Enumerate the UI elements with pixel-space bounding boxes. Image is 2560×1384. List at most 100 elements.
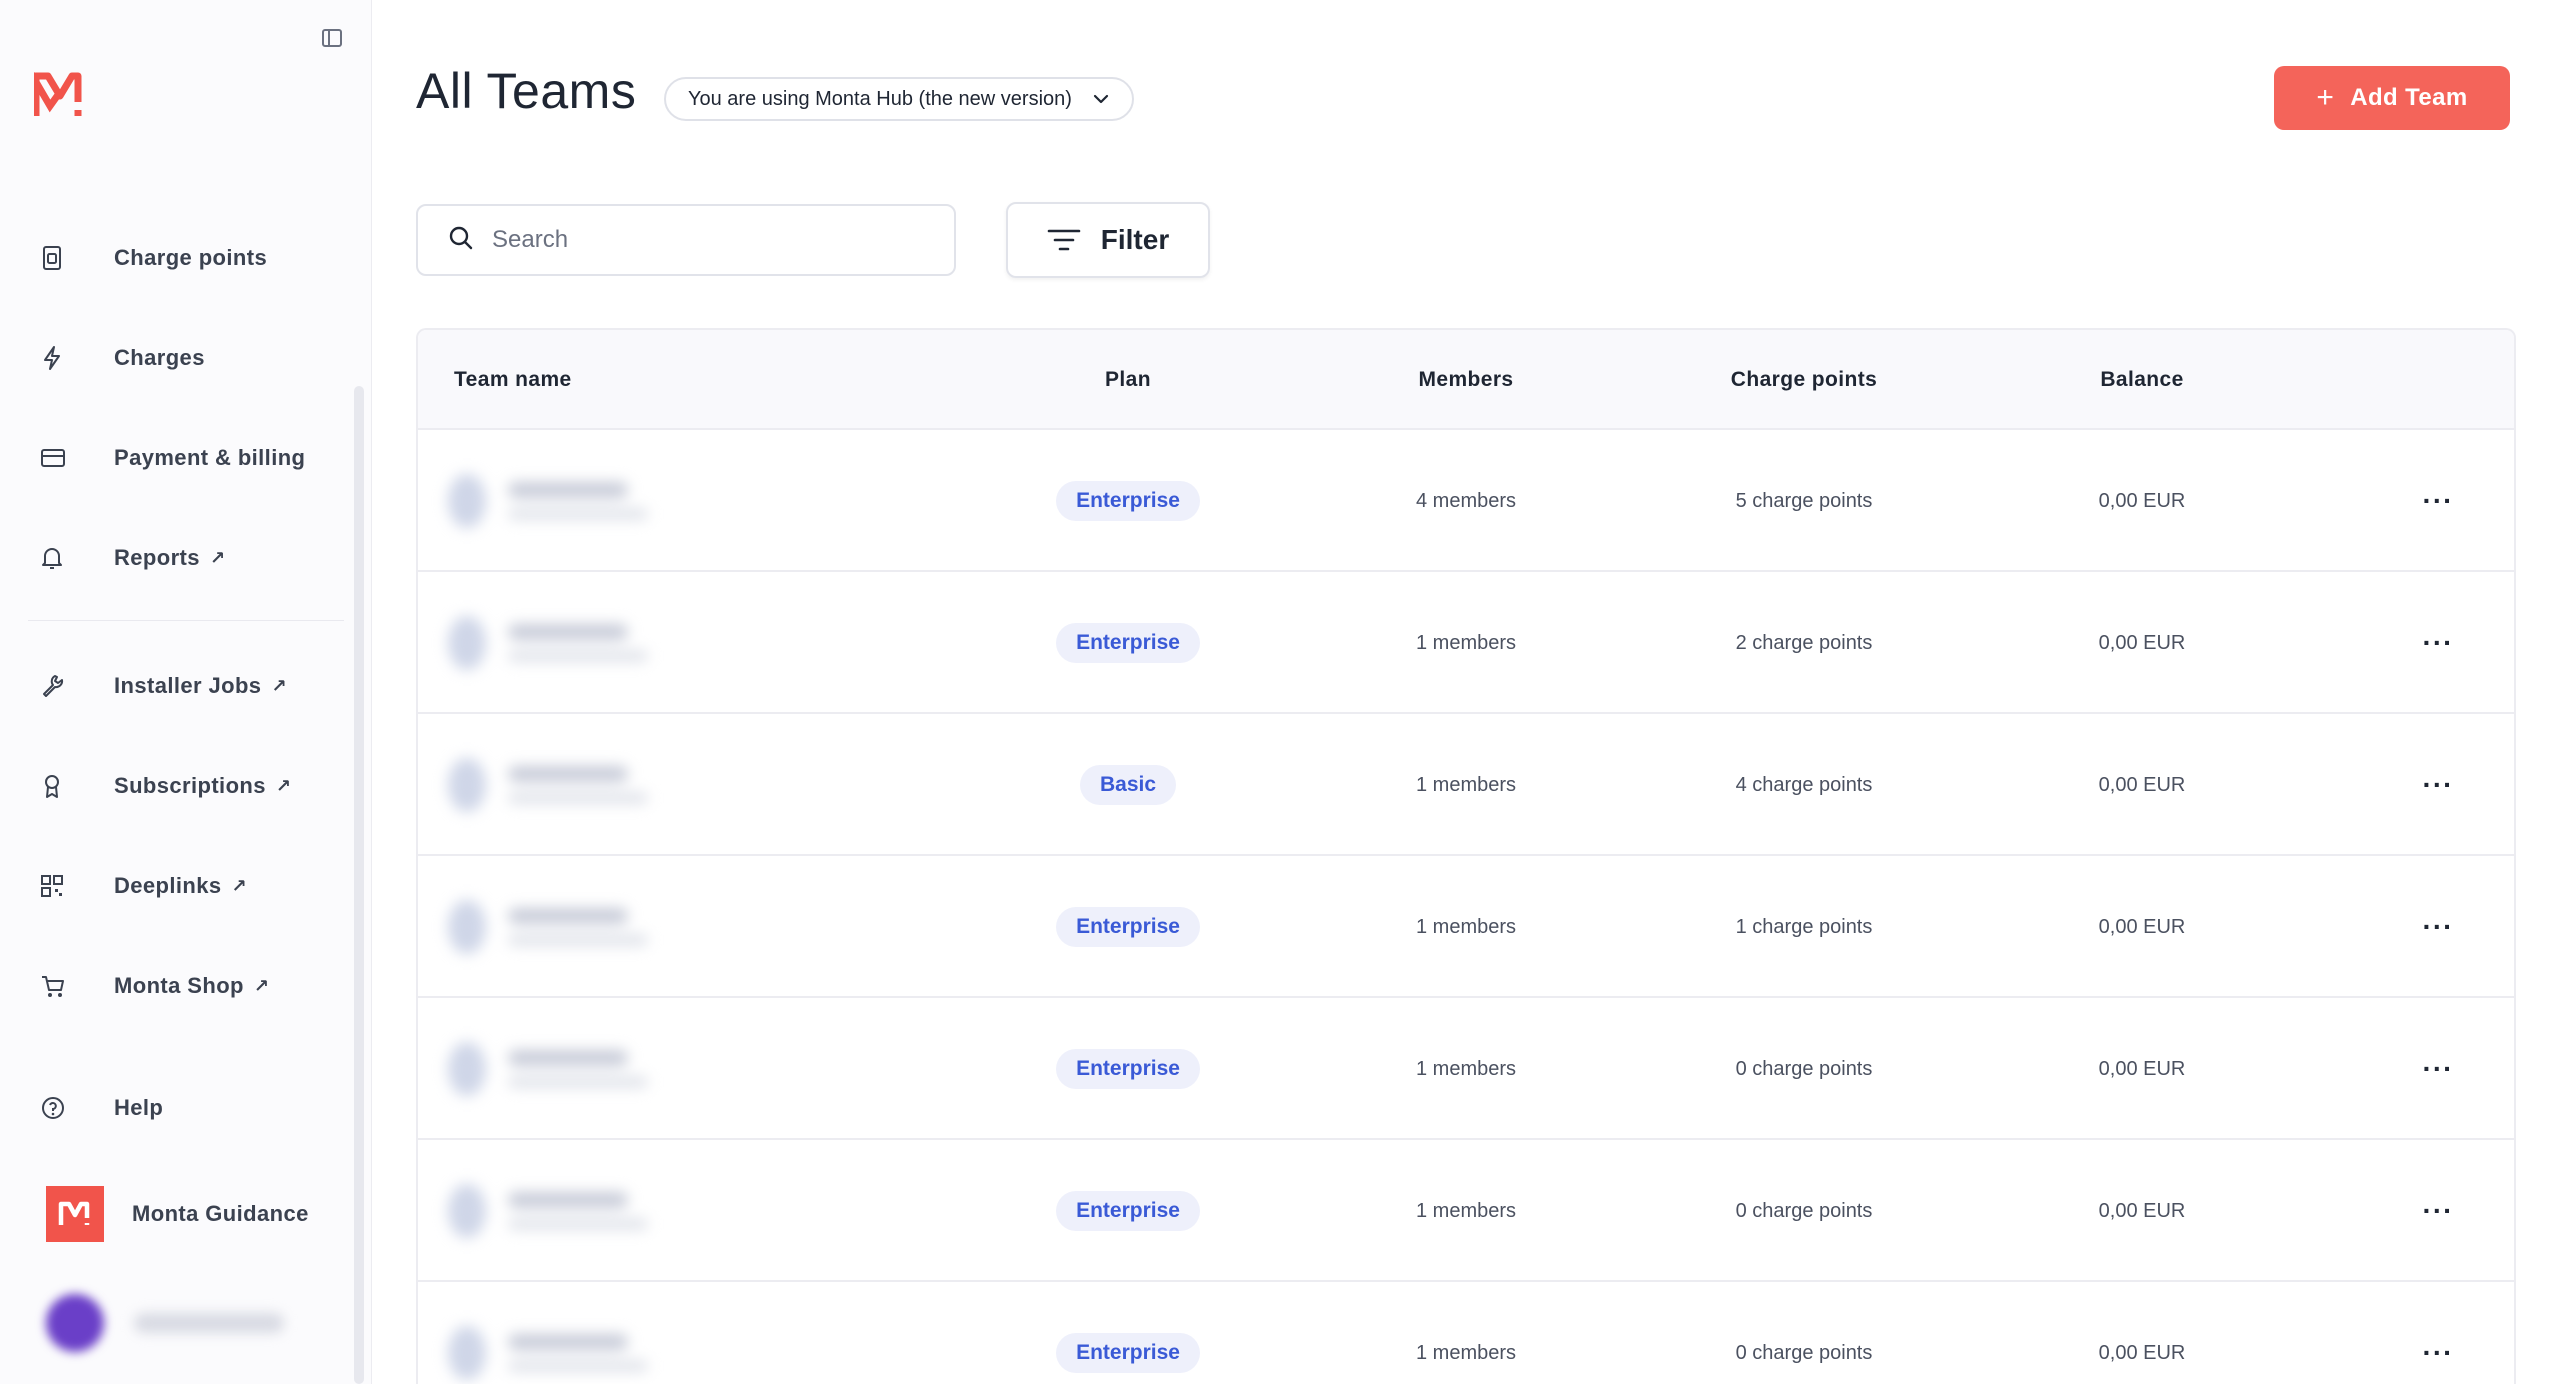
- sidebar-item-monta-shop[interactable]: Monta Shop ↗: [40, 956, 340, 1016]
- more-options-icon[interactable]: ···: [2423, 913, 2454, 941]
- external-link-icon: ↗: [253, 975, 270, 996]
- monta-guidance-label: Monta Guidance: [132, 1201, 309, 1226]
- external-link-icon: ↗: [271, 675, 287, 696]
- row-actions-cell: ···: [2408, 1140, 2468, 1282]
- monta-logo[interactable]: [32, 69, 86, 123]
- table-body: Enterprise 4 members 5 charge points 0,00 E…: [418, 430, 2514, 1384]
- row-actions-cell: ···: [2408, 714, 2468, 856]
- sidebar-item-reports[interactable]: Reports ↗: [40, 528, 340, 588]
- qr-code-icon: [40, 870, 90, 902]
- members-cell: 1 members: [1415, 631, 1517, 654]
- more-options-icon[interactable]: ···: [2423, 771, 2454, 799]
- sidebar-toggle-icon[interactable]: [318, 24, 346, 52]
- column-header-members[interactable]: Members: [1316, 330, 1616, 430]
- sidebar-item-charges[interactable]: Charges: [40, 328, 340, 388]
- sidebar-divider: [28, 620, 344, 621]
- page-title: All Teams: [416, 63, 637, 119]
- sidebar-item-label: Monta Shop: [114, 973, 244, 998]
- charge-points-cell: 2 charge points: [1735, 631, 1873, 654]
- column-header-charge-points[interactable]: Charge points: [1654, 330, 1954, 430]
- sidebar-item-label: Deeplinks: [114, 873, 222, 898]
- team-name-redacted[interactable]: [448, 470, 648, 532]
- table-row[interactable]: Basic 1 members 4 charge points 0,00 EUR ···: [418, 714, 2514, 856]
- plus-icon: +: [2316, 81, 2335, 114]
- sidebar-item-help[interactable]: Help: [40, 1078, 340, 1138]
- charge-points-cell: 0 charge points: [1735, 1199, 1873, 1222]
- filter-button[interactable]: Filter: [1006, 202, 1210, 278]
- table-header: Team name Plan Members Charge points Bal…: [418, 330, 2514, 430]
- table-row[interactable]: Enterprise 4 members 5 charge points 0,00 E…: [418, 430, 2514, 572]
- search-input[interactable]: [492, 226, 932, 254]
- table-row[interactable]: Enterprise 1 members 0 charge points 0,00 E…: [418, 1140, 2514, 1282]
- charge-point-icon: [40, 242, 90, 274]
- sidebar-item-label: Subscriptions: [114, 773, 266, 798]
- credit-card-icon: [40, 442, 90, 474]
- members-cell: 1 members: [1415, 1057, 1517, 1080]
- team-name-redacted[interactable]: [448, 1322, 648, 1384]
- more-options-icon[interactable]: ···: [2423, 1055, 2454, 1083]
- sidebar-item-label: Payment & billing: [114, 445, 306, 470]
- members-cell: 1 members: [1415, 915, 1517, 938]
- wrench-icon: [40, 670, 90, 702]
- search-icon: [448, 225, 474, 256]
- sidebar-item-installer-jobs[interactable]: Installer Jobs ↗: [40, 656, 340, 716]
- plan-badge: Enterprise: [1056, 481, 1200, 521]
- app-root: Charge points Charges Payment & billing …: [0, 0, 2560, 1384]
- shopping-cart-icon: [40, 970, 90, 1002]
- plan-cell: Enterprise: [978, 572, 1278, 714]
- team-avatar: [448, 616, 486, 670]
- team-name-redacted[interactable]: [448, 1038, 648, 1100]
- teams-table: Team name Plan Members Charge points Bal…: [416, 328, 2516, 1384]
- table-row[interactable]: Enterprise 1 members 2 charge points 0,00 E…: [418, 572, 2514, 714]
- balance-cell: 0,00 EUR: [2098, 1057, 2186, 1080]
- balance-cell: 0,00 EUR: [2098, 1341, 2186, 1364]
- balance-cell: 0,00 EUR: [2098, 631, 2186, 654]
- team-name-redacted[interactable]: [448, 612, 648, 674]
- team-name-redacted[interactable]: [448, 1180, 648, 1242]
- row-actions-cell: ···: [2408, 856, 2468, 998]
- column-header-plan[interactable]: Plan: [978, 330, 1278, 430]
- search-box[interactable]: [416, 204, 956, 276]
- charge-points-cell: 0 charge points: [1735, 1057, 1873, 1080]
- filter-label: Filter: [1100, 224, 1170, 255]
- column-header-balance[interactable]: Balance: [1992, 330, 2292, 430]
- user-profile[interactable]: [46, 1294, 284, 1352]
- members-cell: 1 members: [1415, 773, 1517, 796]
- column-header-team-name[interactable]: Team name: [454, 330, 572, 430]
- more-options-icon[interactable]: ···: [2423, 1197, 2454, 1225]
- monta-guidance-button[interactable]: Monta Guidance: [46, 1186, 309, 1242]
- external-link-icon: ↗: [231, 875, 248, 896]
- add-team-button[interactable]: + Add Team: [2274, 66, 2510, 130]
- sidebar-item-payment-billing[interactable]: Payment & billing: [40, 428, 340, 488]
- add-team-label: Add Team: [2350, 84, 2468, 111]
- team-name-redacted[interactable]: [448, 754, 648, 816]
- more-options-icon[interactable]: ···: [2423, 629, 2454, 657]
- members-cell: 1 members: [1415, 1199, 1517, 1222]
- sidebar-item-label: Charge points: [114, 245, 268, 270]
- team-avatar: [448, 758, 486, 812]
- team-name-redacted[interactable]: [448, 896, 648, 958]
- filter-icon: [1047, 229, 1081, 251]
- user-name-redacted: [134, 1313, 284, 1333]
- members-cell: 1 members: [1415, 1341, 1517, 1364]
- version-selector[interactable]: You are using Monta Hub (the new version…: [664, 77, 1134, 121]
- table-row[interactable]: Enterprise 1 members 0 charge points 0,00 E…: [418, 998, 2514, 1140]
- balance-cell: 0,00 EUR: [2098, 915, 2186, 938]
- sidebar-item-label: Reports: [114, 545, 200, 570]
- plan-badge: Basic: [1079, 765, 1177, 805]
- sidebar-item-label: Help: [114, 1095, 164, 1120]
- sidebar: Charge points Charges Payment & billing …: [0, 0, 372, 1384]
- sidebar-item-charge-points[interactable]: Charge points: [40, 228, 340, 288]
- lightning-icon: [40, 342, 90, 374]
- more-options-icon[interactable]: ···: [2423, 1339, 2454, 1367]
- table-row[interactable]: Enterprise 1 members 0 charge points 0,00 E…: [418, 1282, 2514, 1384]
- more-options-icon[interactable]: ···: [2423, 487, 2454, 515]
- sidebar-item-deeplinks[interactable]: Deeplinks ↗: [40, 856, 340, 916]
- version-label: You are using Monta Hub (the new version…: [688, 87, 1072, 110]
- plan-badge: Enterprise: [1056, 1333, 1200, 1373]
- plan-cell: Enterprise: [978, 430, 1278, 572]
- sidebar-scrollbar[interactable]: [354, 386, 364, 1384]
- table-row[interactable]: Enterprise 1 members 1 charge points 0,00 E…: [418, 856, 2514, 998]
- chevron-down-icon: [1092, 88, 1110, 111]
- sidebar-item-subscriptions[interactable]: Subscriptions ↗: [40, 756, 340, 816]
